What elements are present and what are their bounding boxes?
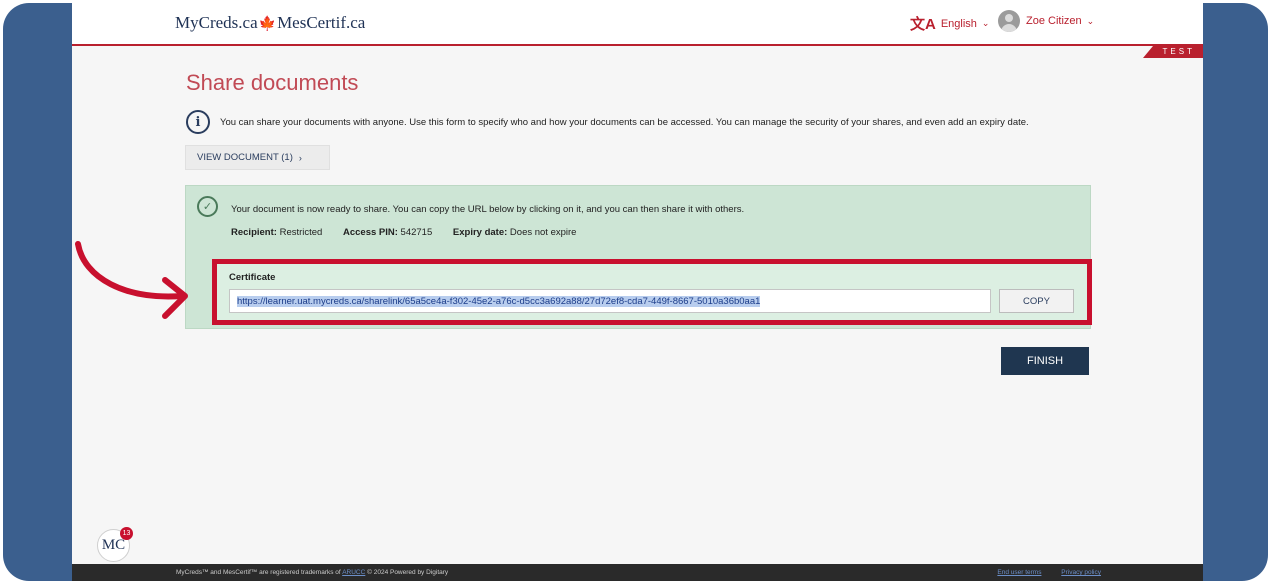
pin-value: 542715 (400, 227, 433, 238)
share-url-field[interactable]: https://learner.uat.mycreds.ca/sharelink… (229, 289, 991, 313)
certificate-url-section: Certificate https://learner.uat.mycreds.… (212, 259, 1092, 325)
expiry-label: Expiry date: (452, 227, 508, 238)
notification-count-badge: 13 (120, 527, 133, 540)
chevron-right-icon: › (298, 152, 302, 163)
pin-label: Access PIN: (342, 227, 398, 238)
arrow-annotation-icon (75, 241, 188, 319)
footer-trademark: MyCreds™ and MesCertif™ are registered t… (176, 569, 448, 576)
view-document-label: VIEW DOCUMENT (1) (197, 152, 293, 163)
info-icon: i (186, 110, 210, 134)
avatar-icon (998, 10, 1020, 32)
privacy-policy-link[interactable]: Privacy policy (1061, 569, 1101, 576)
finish-button[interactable]: FINISH (1001, 347, 1089, 375)
recipient-label: Recipient: (231, 227, 277, 238)
user-name: Zoe Citizen (1026, 15, 1082, 27)
view-document-button[interactable]: VIEW DOCUMENT (1) › (185, 145, 330, 170)
check-circle-icon: ✓ (197, 196, 218, 217)
page: MyCreds.ca🍁MesCertif.ca 文A English ⌄ Zoe… (72, 3, 1203, 581)
share-details: Recipient: Restricted Access PIN: 542715… (231, 227, 576, 238)
site-logo[interactable]: MyCreds.ca🍁MesCertif.ca (175, 13, 365, 33)
share-url-text: https://learner.uat.mycreds.ca/sharelink… (237, 295, 761, 307)
env-badge: TEST (1143, 46, 1203, 58)
maple-leaf-icon: 🍁 (258, 17, 277, 32)
user-menu[interactable]: Zoe Citizen ⌄ (998, 10, 1094, 32)
page-title: Share documents (186, 70, 359, 95)
top-nav: MyCreds.ca🍁MesCertif.ca 文A English ⌄ Zoe… (72, 3, 1203, 46)
chevron-down-icon: ⌄ (1086, 15, 1095, 26)
footer-arucc-link[interactable]: ARUCC (342, 569, 365, 576)
certificate-label: Certificate (229, 272, 276, 283)
footer-text-after: © 2024 Powered by Digitary (367, 569, 449, 576)
info-banner: i You can share your documents with anyo… (186, 110, 1029, 134)
footer-text-before: MyCreds™ and MesCertif™ are registered t… (176, 569, 341, 576)
end-user-terms-link[interactable]: End user terms (997, 569, 1041, 576)
ready-message: Your document is now ready to share. You… (231, 204, 745, 215)
footer: MyCreds™ and MesCertif™ are registered t… (72, 564, 1203, 581)
logo-right: MesCertif.ca (277, 13, 366, 32)
copy-button[interactable]: COPY (999, 289, 1074, 313)
logo-left: MyCreds.ca (175, 13, 258, 32)
recipient-value: Restricted (279, 227, 323, 238)
translate-icon: 文A (910, 16, 936, 33)
chevron-down-icon: ⌄ (981, 18, 990, 28)
info-text: You can share your documents with anyone… (220, 116, 1029, 128)
expiry-value: Does not expire (509, 227, 577, 238)
language-label: English (940, 17, 977, 30)
footer-links: End user terms Privacy policy (979, 569, 1101, 576)
language-selector[interactable]: 文A English ⌄ (910, 13, 989, 34)
